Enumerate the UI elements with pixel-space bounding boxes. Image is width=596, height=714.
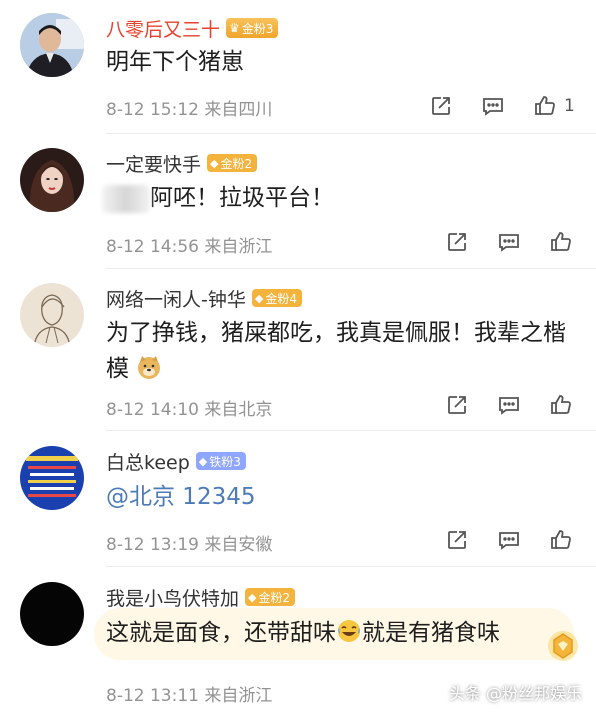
username[interactable]: 白总keep [106, 448, 190, 475]
badge-label: 金粉2 [220, 156, 253, 171]
badge-label: 铁粉3 [209, 454, 241, 469]
comment-icon [483, 98, 503, 116]
comment-time: 8-12 14:56 [106, 237, 199, 257]
reply-button[interactable] [496, 392, 522, 418]
top-comment-medal-icon [548, 631, 578, 661]
like-button[interactable] [532, 93, 558, 119]
share-button[interactable] [444, 229, 470, 255]
gem-icon: ◆ [198, 454, 208, 468]
username[interactable]: 八零后又三十 [106, 15, 220, 42]
comment-location: 来自浙江 [204, 237, 273, 257]
like-icon [535, 96, 555, 115]
comment-text-content: 阿呸！拉圾平台！ [150, 185, 334, 211]
avatar[interactable] [20, 582, 84, 646]
crown-icon: ♛ [229, 21, 240, 35]
laugh-cry-emoji [338, 620, 360, 642]
avatar[interactable] [20, 446, 84, 510]
fan-badge: ♛ 金粉3 [226, 18, 279, 38]
comment-item: 八零后又三十 ♛ 金粉3 明年下个猪崽 8-12 15:12 来自四川 1 [0, 0, 596, 135]
share-icon [448, 531, 466, 549]
share-icon [448, 233, 466, 251]
like-button[interactable] [548, 229, 574, 255]
comment-time: 8-12 14:10 [106, 400, 199, 420]
badge-label: 金粉2 [258, 590, 291, 605]
share-button[interactable] [444, 527, 470, 553]
comment-meta: 8-12 15:12 来自四川 [106, 95, 272, 120]
share-button[interactable] [428, 93, 454, 119]
comment-meta: 8-12 14:56 来自浙江 [106, 232, 272, 257]
share-icon [448, 396, 466, 414]
comment-text: 阿呸！拉圾平台！ [102, 180, 576, 216]
comment-item: 网络一闲人-钟华 ◆ 金粉4 为了挣钱，猪屎都吃，我真是佩服！我辈之楷模 8-1… [0, 269, 596, 431]
avatar-image [20, 13, 84, 77]
comment-text-content: 为了挣钱，猪屎都吃，我真是佩服！我辈之楷模 [106, 320, 566, 382]
comment-location: 来自四川 [204, 100, 273, 120]
mention-link[interactable]: @北京 12345 [106, 484, 255, 510]
comment-time: 8-12 13:11 [106, 686, 199, 706]
comment-time: 8-12 13:19 [106, 535, 199, 555]
avatar-image [20, 283, 84, 347]
comment-icon [499, 532, 519, 550]
comment-item: 白总keep ◆ 铁粉3 @北京 12345 8-12 13:19 来自安徽 [0, 431, 596, 567]
like-count: 1 [564, 96, 575, 116]
gem-icon: ◆ [254, 291, 264, 305]
doge-emoji [138, 356, 161, 379]
avatar[interactable] [20, 283, 84, 347]
fan-badge: ◆ 铁粉3 [195, 452, 246, 470]
watermark: 头条 @粉丝邦娱乐 [448, 684, 582, 703]
comment-text: @北京 12345 [106, 479, 576, 515]
blurred-text [102, 184, 150, 213]
like-icon [551, 232, 571, 251]
badge-label: 金粉4 [265, 291, 297, 306]
like-button[interactable] [548, 527, 574, 553]
fan-badge: ◆ 金粉4 [251, 289, 302, 307]
username[interactable]: 一定要快手 [106, 150, 201, 177]
comment-location: 来自安徽 [204, 535, 273, 555]
gem-icon: ◆ [248, 590, 257, 604]
avatar-image [20, 446, 84, 510]
comment-location: 来自北京 [204, 400, 273, 420]
comment-text: 这就是面食，还带甜味 就是有猪食味 [106, 615, 576, 651]
comment-meta: 8-12 13:19 来自安徽 [106, 530, 272, 555]
comment-time: 8-12 15:12 [106, 100, 199, 120]
reply-button[interactable] [496, 229, 522, 255]
reply-button[interactable] [496, 527, 522, 553]
comment-item: 一定要快手 ◆ 金粉2 阿呸！拉圾平台！ 8-12 14:56 来自浙江 [0, 134, 596, 269]
username[interactable]: 我是小鸟伏特加 [106, 584, 239, 611]
comment-location: 来自浙江 [204, 686, 273, 706]
like-icon [551, 395, 571, 414]
comment-text-part2: 就是有猪食味 [362, 620, 500, 646]
reply-button[interactable] [480, 93, 506, 119]
like-button[interactable] [548, 392, 574, 418]
share-button[interactable] [444, 392, 470, 418]
avatar[interactable] [20, 148, 84, 212]
comment-text: 为了挣钱，猪屎都吃，我真是佩服！我辈之楷模 [106, 315, 576, 387]
avatar-image [20, 148, 84, 212]
comment-icon [499, 397, 519, 415]
badge-label: 金粉3 [241, 21, 274, 36]
username[interactable]: 网络一闲人-钟华 [106, 285, 246, 312]
comment-text: 明年下个猪崽 [106, 49, 244, 75]
fan-badge: ◆ 金粉2 [207, 154, 258, 172]
fan-badge: ◆ 金粉2 [245, 588, 296, 606]
avatar[interactable] [20, 13, 84, 77]
gem-icon: ◆ [210, 156, 219, 170]
like-icon [551, 530, 571, 549]
comment-icon [499, 234, 519, 252]
share-icon [432, 97, 450, 115]
comment-meta: 8-12 13:11 来自浙江 [106, 681, 272, 706]
comment-text-part1: 这就是面食，还带甜味 [106, 620, 336, 646]
comment-meta: 8-12 14:10 来自北京 [106, 395, 272, 420]
